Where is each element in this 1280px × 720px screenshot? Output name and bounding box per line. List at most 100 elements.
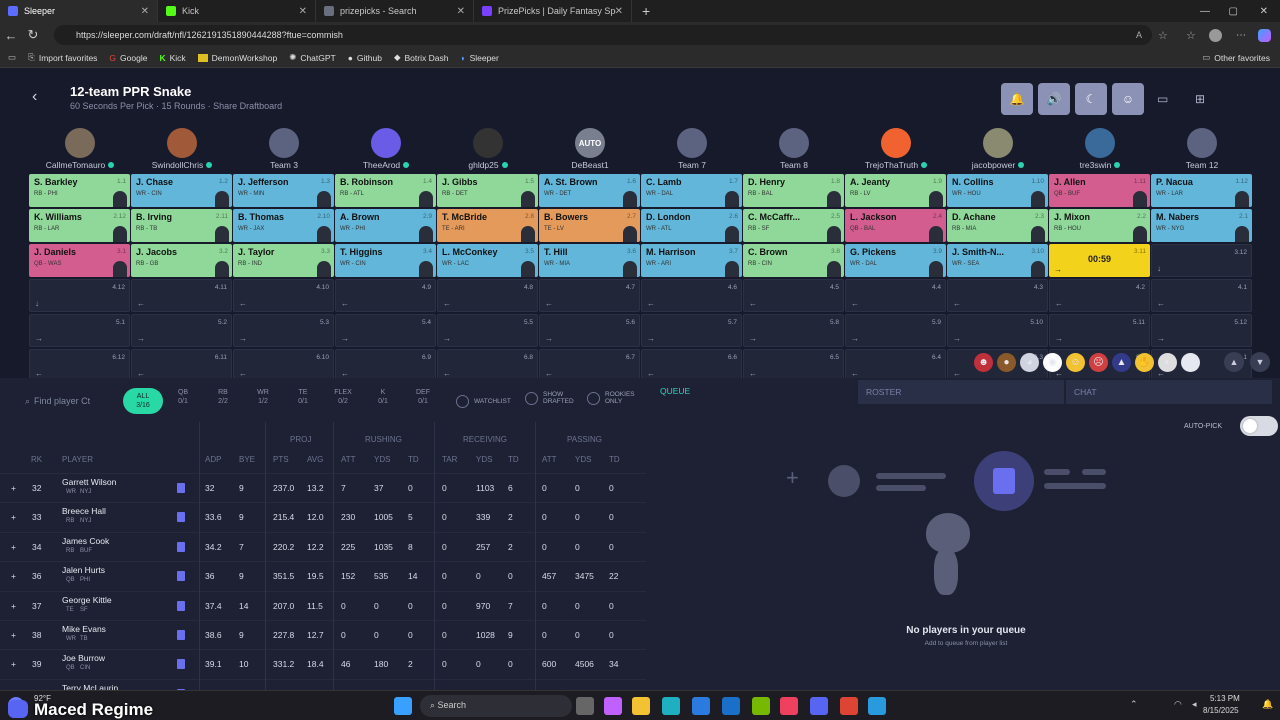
team-column-header[interactable]: Team 8 bbox=[743, 128, 845, 170]
empty-pick-cell[interactable]: 4.11 ← bbox=[131, 279, 232, 312]
monitor-icon[interactable]: ▭ bbox=[1157, 92, 1168, 106]
player-row[interactable]: +33 Breece Hall RB NYJ 33.6 9 215.4 12.0 230 1005… bbox=[0, 502, 646, 531]
empty-pick-cell[interactable]: 6.9 ← bbox=[335, 349, 436, 378]
drafted-player-cell[interactable]: B. Irving RB - TB 2.11 bbox=[131, 209, 232, 242]
layout-icon[interactable]: ⊞ bbox=[1195, 92, 1205, 106]
notifications-button[interactable]: 🔔 bbox=[1001, 83, 1033, 115]
maximize-window-button[interactable]: ▢ bbox=[1229, 6, 1238, 17]
sound-button[interactable]: 🔊 bbox=[1038, 83, 1070, 115]
close-tab-icon[interactable]: ✕ bbox=[299, 6, 307, 17]
column-header[interactable]: YDS bbox=[374, 455, 390, 464]
drafted-player-cell[interactable]: C. Brown RB - CIN 3.8 bbox=[743, 244, 844, 277]
player-row[interactable]: +39 Joe Burrow QB CIN 39.1 10 331.2 18.4 46 180 2 0… bbox=[0, 649, 646, 678]
empty-pick-cell[interactable]: 5.11 → bbox=[1049, 314, 1150, 347]
more-options-icon[interactable]: ⋯ bbox=[1236, 30, 1246, 41]
drafted-player-cell[interactable]: T. Higgins WR - CIN 3.4 bbox=[335, 244, 436, 277]
drafted-player-cell[interactable]: G. Pickens WR - DAL 3.9 bbox=[845, 244, 946, 277]
column-header[interactable]: AVG bbox=[307, 455, 323, 464]
bookmark-sleeper[interactable]: ◗ Sleeper bbox=[460, 53, 498, 63]
column-header[interactable]: RK bbox=[31, 455, 42, 464]
column-header[interactable]: PLAYER bbox=[62, 455, 93, 464]
windows-start-icon[interactable] bbox=[394, 697, 412, 715]
watchlist-checkbox[interactable]: WATCHLIST bbox=[456, 395, 511, 408]
emoji-poop-icon[interactable]: ● bbox=[997, 352, 1016, 372]
add-to-queue-icon[interactable]: + bbox=[11, 542, 16, 552]
drafted-player-cell[interactable]: J. Mixon RB - HOU 2.2 bbox=[1049, 209, 1150, 242]
team-column-header[interactable]: Team 12 bbox=[1151, 128, 1253, 170]
player-row[interactable]: +32 Garrett Wilson WR NYJ 32 9 237.0 13.2 7 37 0 0 1… bbox=[0, 473, 646, 502]
column-header[interactable]: BYE bbox=[239, 455, 255, 464]
drafted-player-cell[interactable]: J. Allen QB - BUF 1.11 bbox=[1049, 174, 1150, 207]
player-news-icon[interactable] bbox=[177, 600, 185, 611]
read-aloud-icon[interactable]: A bbox=[1136, 30, 1142, 40]
drafted-player-cell[interactable]: L. Jackson QB - BAL 2.4 bbox=[845, 209, 946, 242]
drafted-player-cell[interactable]: J. Taylor RB - IND 3.3 bbox=[233, 244, 334, 277]
player-news-icon[interactable] bbox=[177, 483, 185, 493]
empty-pick-cell[interactable]: 5.9 → bbox=[845, 314, 946, 347]
empty-pick-cell[interactable]: 6.7 ← bbox=[539, 349, 640, 378]
drafted-player-cell[interactable]: T. McBride TE - ARI 2.8 bbox=[437, 209, 538, 242]
team-column-header[interactable]: ghldp25 bbox=[437, 128, 539, 170]
bookmark-demonworkshop[interactable]: DemonWorkshop bbox=[197, 53, 277, 63]
empty-pick-cell[interactable]: 4.6 ← bbox=[641, 279, 742, 312]
empty-pick-cell[interactable]: 5.10 → bbox=[947, 314, 1048, 347]
drafted-player-cell[interactable]: C. Lamb WR - DAL 1.7 bbox=[641, 174, 742, 207]
player-name[interactable]: Breece Hall bbox=[62, 506, 106, 516]
drafted-player-cell[interactable]: A. Brown WR - PHI 2.9 bbox=[335, 209, 436, 242]
player-name[interactable]: Mike Evans bbox=[62, 624, 106, 634]
empty-pick-cell[interactable]: 6.10 ← bbox=[233, 349, 334, 378]
drafted-player-cell[interactable]: A. Jeanty RB - LV 1.9 bbox=[845, 174, 946, 207]
empty-pick-cell[interactable]: 4.10 ← bbox=[233, 279, 334, 312]
drafted-player-cell[interactable]: J. Gibbs RB - DET 1.5 bbox=[437, 174, 538, 207]
team-column-header[interactable]: Team 7 bbox=[641, 128, 743, 170]
minimize-window-button[interactable]: — bbox=[1200, 6, 1210, 17]
team-column-header[interactable]: TrejoThaTruth bbox=[845, 128, 947, 170]
position-filter-te[interactable]: TE 0/1 bbox=[283, 388, 323, 406]
add-to-queue-icon[interactable]: + bbox=[11, 659, 16, 669]
empty-pick-cell[interactable]: 5.8 → bbox=[743, 314, 844, 347]
bookmark-botrix-dash[interactable]: ◆ Botrix Dash bbox=[394, 52, 448, 63]
queue-tab[interactable]: QUEUE bbox=[660, 386, 690, 396]
empty-pick-cell[interactable]: 4.5 ← bbox=[743, 279, 844, 312]
nvidia-icon[interactable] bbox=[752, 697, 770, 715]
position-filter-all[interactable]: ALL 3/16 bbox=[123, 388, 163, 414]
player-news-icon[interactable] bbox=[177, 571, 185, 582]
position-filter-def[interactable]: DEF 0/1 bbox=[403, 388, 443, 406]
emoji-hand-icon[interactable]: ✋ bbox=[1135, 352, 1154, 372]
tab-prizepicks[interactable]: PrizePicks | Daily Fantasy Sports N ✕ bbox=[474, 0, 632, 22]
empty-pick-cell[interactable]: 5.6 → bbox=[539, 314, 640, 347]
bookmark-kick[interactable]: K Kick bbox=[159, 53, 185, 63]
outlook-icon[interactable] bbox=[722, 697, 740, 715]
player-name[interactable]: Garrett Wilson bbox=[62, 477, 116, 487]
drafted-player-cell[interactable]: D. Henry RB - BAL 1.8 bbox=[743, 174, 844, 207]
task-view-icon[interactable] bbox=[576, 697, 594, 715]
empty-pick-cell[interactable]: 5.5 → bbox=[437, 314, 538, 347]
add-to-queue-icon[interactable]: + bbox=[11, 601, 16, 611]
sidebar-toggle-icon[interactable]: ▭ bbox=[8, 52, 16, 63]
music-icon[interactable] bbox=[780, 697, 798, 715]
drafted-player-cell[interactable]: D. Achane RB - MIA 2.3 bbox=[947, 209, 1048, 242]
on-the-clock-cell[interactable]: 3.11 00:59 → bbox=[1049, 244, 1150, 277]
empty-pick-cell[interactable]: 3.12 ↓ bbox=[1151, 244, 1252, 277]
add-to-queue-icon[interactable]: + bbox=[11, 630, 16, 640]
column-header[interactable]: PTS bbox=[273, 455, 289, 464]
player-name[interactable]: James Cook bbox=[62, 536, 109, 546]
close-tab-icon[interactable]: ✕ bbox=[141, 6, 149, 17]
drafted-player-cell[interactable]: M. Nabers WR - NYG 2.1 bbox=[1151, 209, 1252, 242]
drafted-player-cell[interactable]: L. McConkey WR - LAC 3.5 bbox=[437, 244, 538, 277]
team-column-header[interactable]: TheeArod bbox=[335, 128, 437, 170]
add-to-queue-icon[interactable]: + bbox=[11, 512, 16, 522]
empty-pick-cell[interactable]: 4.9 ← bbox=[335, 279, 436, 312]
empty-pick-cell[interactable]: 6.8 ← bbox=[437, 349, 538, 378]
close-tab-icon[interactable]: ✕ bbox=[457, 6, 465, 17]
drafted-player-cell[interactable]: A. St. Brown WR - DET 1.6 bbox=[539, 174, 640, 207]
drafted-player-cell[interactable]: N. Collins WR - HOU 1.10 bbox=[947, 174, 1048, 207]
empty-pick-cell[interactable]: 5.4 → bbox=[335, 314, 436, 347]
close-tab-icon[interactable]: ✕ bbox=[615, 6, 623, 17]
drafted-player-cell[interactable]: J. Daniels QB - WAS 3.1 bbox=[29, 244, 130, 277]
volume-icon[interactable]: ◂ bbox=[1192, 699, 1197, 710]
position-filter-qb[interactable]: QB 0/1 bbox=[163, 388, 203, 406]
column-header[interactable]: ATT bbox=[341, 455, 356, 464]
scroll-down-button[interactable]: ▼ bbox=[1250, 352, 1270, 372]
empty-pick-cell[interactable]: 6.6 ← bbox=[641, 349, 742, 378]
